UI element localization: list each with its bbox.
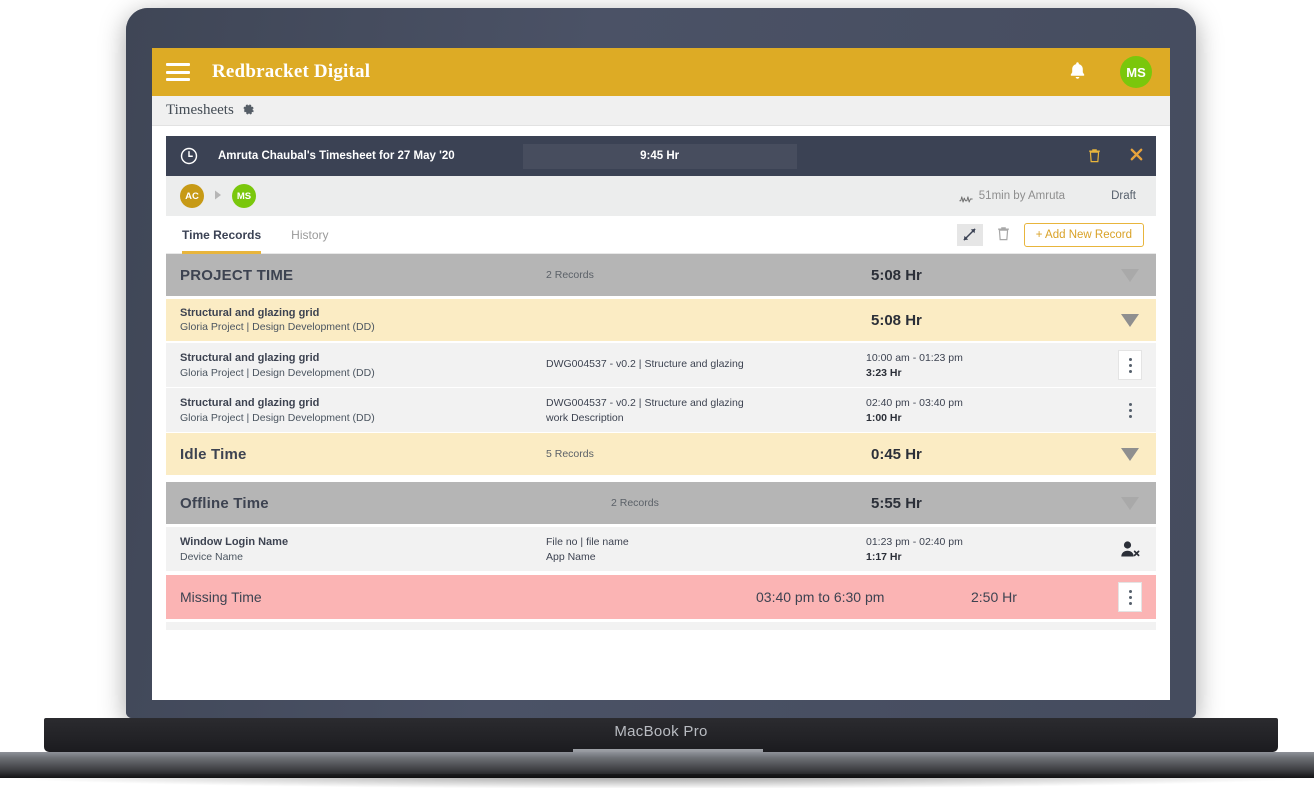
last-edit-info: 51min by Amruta: [978, 190, 1066, 202]
missing-time-duration: 2:50 Hr: [971, 589, 1017, 605]
entry-ref-second: App Name: [546, 550, 596, 563]
entry-duration: 1:00 Hr: [866, 411, 902, 424]
missing-time-range: 03:40 pm to 6:30 pm: [756, 589, 885, 605]
collapse-arrows-glyph: [963, 228, 976, 241]
close-icon[interactable]: [1129, 147, 1144, 166]
group-row-idle-time[interactable]: Idle Time 5 Records 0:45 Hr: [166, 433, 1156, 475]
entry-duration: 3:23 Hr: [866, 366, 902, 379]
clock-icon: [180, 147, 198, 165]
device-label: MacBook Pro: [614, 723, 708, 740]
timesheet-header: Amruta Chaubal's Timesheet for 27 May '2…: [166, 136, 1156, 176]
user-remove-icon[interactable]: [1120, 540, 1140, 558]
group-duration: 0:45 Hr: [871, 445, 922, 463]
timesheet-total-box: 9:45 Hr: [522, 143, 797, 169]
entry-title: Structural and glazing grid: [180, 396, 320, 409]
trash-glyph-toolbar: [997, 227, 1009, 241]
group-title: Offline Time: [180, 494, 269, 512]
group-record-count: 2 Records: [611, 497, 659, 509]
entry-ref-second: work Description: [546, 411, 624, 424]
gear-icon[interactable]: [242, 103, 255, 118]
project-subtotal-subtitle: Gloria Project | Design Development (DD): [180, 321, 375, 333]
group-record-count: 2 Records: [546, 269, 594, 281]
hamburger-icon[interactable]: [166, 63, 190, 81]
pulse-icon: [959, 191, 973, 203]
project-subtotal-collapse-toggle[interactable]: [1104, 313, 1156, 327]
table-row[interactable]: Structural and glazing grid Gloria Proje…: [166, 343, 1156, 388]
chevron-right-glyph: [215, 190, 221, 199]
chevron-down-icon: [1121, 496, 1139, 510]
collapse-arrows-icon[interactable]: [956, 223, 983, 246]
laptop-shadow: [6, 774, 1314, 788]
project-subtotal-duration: 5:08 Hr: [871, 311, 922, 329]
laptop-lid: Redbracket Digital MS Timesheets Amruta …: [126, 8, 1196, 718]
breadcrumb-label[interactable]: Timesheets: [166, 102, 234, 119]
app-title: Redbracket Digital: [212, 61, 371, 82]
status-badge: Draft: [1111, 190, 1136, 202]
missing-time-title: Missing Time: [180, 589, 262, 605]
trash-icon-toolbar[interactable]: [997, 226, 1010, 243]
breadcrumb: Timesheets: [152, 96, 1170, 126]
timesheet-title: Amruta Chaubal's Timesheet for 27 May '2…: [218, 150, 455, 162]
entry-subtitle: Gloria Project | Design Development (DD): [180, 366, 375, 379]
entry-ref: DWG004537 - v0.2 | Structure and glazing: [546, 357, 744, 370]
group-row-project-time[interactable]: PROJECT TIME 2 Records 5:08 Hr: [166, 254, 1156, 296]
timesheet-total-hours: 9:45 Hr: [640, 150, 680, 162]
group-title: PROJECT TIME: [180, 266, 294, 284]
group-collapse-toggle[interactable]: [1104, 496, 1156, 510]
bell-icon[interactable]: [1069, 61, 1086, 84]
entry-duration: 1:17 Hr: [866, 550, 902, 563]
timesheet-card: Amruta Chaubal's Timesheet for 27 May '2…: [166, 136, 1156, 630]
missing-time-row[interactable]: Missing Time 03:40 pm to 6:30 pm 2:50 Hr: [166, 575, 1156, 619]
entry-time-range: 02:40 pm - 03:40 pm: [866, 396, 963, 409]
user-remove-glyph: [1121, 541, 1140, 557]
add-new-record-button[interactable]: + Add New Record: [1023, 222, 1144, 247]
entry-ref: File no | file name: [546, 535, 629, 548]
gear-glyph: [243, 104, 254, 115]
avatar[interactable]: MS: [1120, 56, 1152, 88]
group-record-count: 5 Records: [546, 448, 594, 460]
partial-next-row: [166, 622, 1156, 630]
table-row[interactable]: Window Login Name Device Name File no | …: [166, 527, 1156, 572]
trash-glyph: [1089, 148, 1100, 162]
group-duration: 5:08 Hr: [871, 266, 922, 284]
project-subtotal-row[interactable]: Structural and glazing grid Gloria Proje…: [166, 299, 1156, 341]
chevron-down-icon: [1121, 313, 1139, 327]
kebab-menu-icon[interactable]: [1118, 350, 1142, 380]
group-collapse-toggle[interactable]: [1104, 268, 1156, 282]
entry-subtitle: Device Name: [180, 550, 244, 563]
clock-glyph: [180, 147, 198, 165]
laptop-mockup: Redbracket Digital MS Timesheets Amruta …: [0, 8, 1314, 788]
tab-history[interactable]: History: [291, 216, 328, 254]
trash-icon[interactable]: [1088, 148, 1101, 165]
entry-time-range: 01:23 pm - 02:40 pm: [866, 535, 963, 548]
entry-title: Structural and glazing grid: [180, 351, 320, 364]
laptop-base: MacBook Pro: [44, 718, 1278, 752]
table-row[interactable]: Structural and glazing grid Gloria Proje…: [166, 388, 1156, 433]
chevron-down-icon: [1121, 447, 1139, 461]
timesheet-meta: AC MS 51min by Amruta Draft: [166, 176, 1156, 216]
app-topbar: Redbracket Digital MS: [152, 48, 1170, 96]
group-title: Idle Time: [180, 445, 247, 463]
group-duration: 5:55 Hr: [871, 494, 922, 512]
time-records-list: PROJECT TIME 2 Records 5:08 Hr Structura…: [166, 254, 1156, 630]
tab-time-records[interactable]: Time Records: [182, 216, 262, 254]
group-row-offline-time[interactable]: Offline Time 2 Records 5:55 Hr: [166, 482, 1156, 524]
entry-ref: DWG004537 - v0.2 | Structure and glazing: [546, 396, 744, 409]
kebab-menu-icon[interactable]: [1119, 397, 1141, 423]
timesheet-tabs: Time Records History + Add New Record: [166, 216, 1156, 254]
chevron-right-icon: [214, 190, 222, 203]
pulse-glyph: [959, 196, 973, 203]
laptop-screen: Redbracket Digital MS Timesheets Amruta …: [152, 48, 1170, 700]
chevron-down-icon: [1121, 268, 1139, 282]
group-collapse-toggle[interactable]: [1104, 447, 1156, 461]
bell-glyph: [1070, 61, 1085, 79]
close-glyph: [1130, 148, 1143, 160]
entry-title: Window Login Name: [180, 535, 289, 548]
project-subtotal-title: Structural and glazing grid: [180, 307, 320, 319]
kebab-menu-icon[interactable]: [1118, 582, 1142, 612]
entry-time-range: 10:00 am - 01:23 pm: [866, 351, 963, 364]
avatar-ac[interactable]: AC: [180, 184, 204, 208]
avatar-ms[interactable]: MS: [232, 184, 256, 208]
entry-subtitle: Gloria Project | Design Development (DD): [180, 411, 375, 424]
